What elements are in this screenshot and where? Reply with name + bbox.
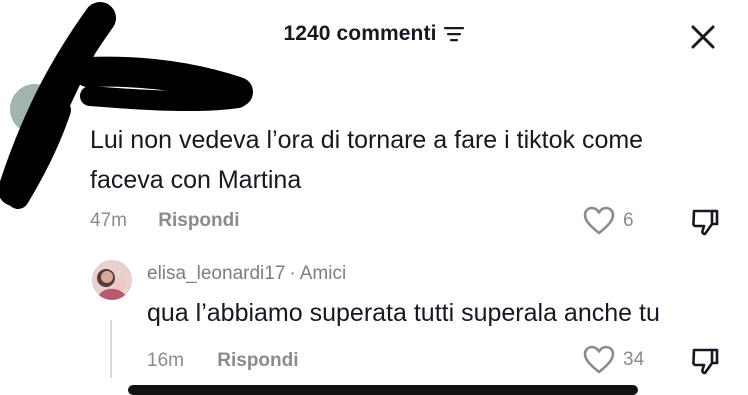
heart-outline-icon — [583, 206, 615, 235]
thumbs-down-icon[interactable] — [690, 207, 720, 237]
bottom-edge-bar — [128, 385, 638, 395]
comment-text-line: Lui non vedeva l’ora di tornare a fare i… — [90, 126, 644, 154]
reply-username[interactable]: elisa_leonardi17 — [147, 263, 285, 284]
reply-avatar[interactable] — [92, 260, 132, 300]
thumbs-down-icon[interactable] — [690, 346, 720, 376]
reply-meta: 16m Rispondi — [147, 350, 299, 372]
comment-time: 47m — [90, 210, 127, 231]
friend-badge: Amici — [299, 263, 347, 284]
comments-count: 1240 commenti — [283, 22, 437, 45]
avatar[interactable] — [10, 84, 60, 134]
avatar-photo — [92, 260, 132, 300]
like-button[interactable]: 6 — [583, 206, 634, 236]
reply-text: qua l’abbiamo superata tutti superala an… — [147, 299, 660, 327]
thread-line — [110, 320, 112, 378]
comment-meta: 47m Rispondi — [90, 210, 240, 232]
reply-time: 16m — [147, 350, 184, 371]
close-icon[interactable] — [688, 22, 718, 52]
comments-header: 1240 commenti — [0, 22, 748, 46]
like-count: 34 — [623, 349, 645, 370]
comment-text: Lui non vedeva l’ora di tornare a fare i… — [90, 120, 730, 200]
reply-header: elisa_leonardi17 · Amici — [147, 263, 346, 285]
comment-text-line: faceva con Martina — [90, 166, 302, 194]
like-count: 6 — [623, 210, 634, 231]
reply-button[interactable]: Rispondi — [158, 210, 239, 231]
separator: · — [289, 263, 296, 284]
heart-outline-icon — [583, 345, 615, 374]
filter-lines-icon[interactable] — [443, 24, 465, 44]
reply-button[interactable]: Rispondi — [217, 350, 298, 371]
reply-like-button[interactable]: 34 — [583, 345, 644, 375]
